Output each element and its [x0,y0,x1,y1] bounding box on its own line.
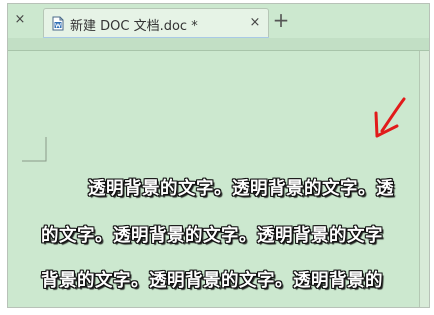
tab-close-icon[interactable]: × [246,14,264,32]
doc-file-icon [52,16,64,31]
tab-document[interactable]: 新建 DOC 文档.doc * × [43,8,269,38]
tab-bar: × 新建 DOC 文档.doc * × + [8,4,429,39]
new-tab-button[interactable]: + [271,9,291,31]
editor-window: × 新建 DOC 文档.doc * × + 透明背景的文字。透明背景的文字。透 … [7,3,430,308]
document-page[interactable]: 透明背景的文字。透明背景的文字。透 的文字。透明背景的文字。透明背景的文字 背景… [8,51,429,307]
document-text-line-3[interactable]: 背景的文字。透明背景的文字。透明背景的 [41,267,383,292]
document-text-line-2[interactable]: 的文字。透明背景的文字。透明背景的文字 [41,222,383,247]
red-arrow-icon [374,97,406,138]
margin-corner-mark [22,137,47,162]
ruler-strip [8,38,429,51]
previous-tab-close-icon[interactable]: × [11,11,29,29]
document-text-line-1[interactable]: 透明背景的文字。透明背景的文字。透 [88,175,394,200]
vertical-scrollbar[interactable] [419,51,429,307]
tab-title: 新建 DOC 文档.doc * [70,19,198,34]
